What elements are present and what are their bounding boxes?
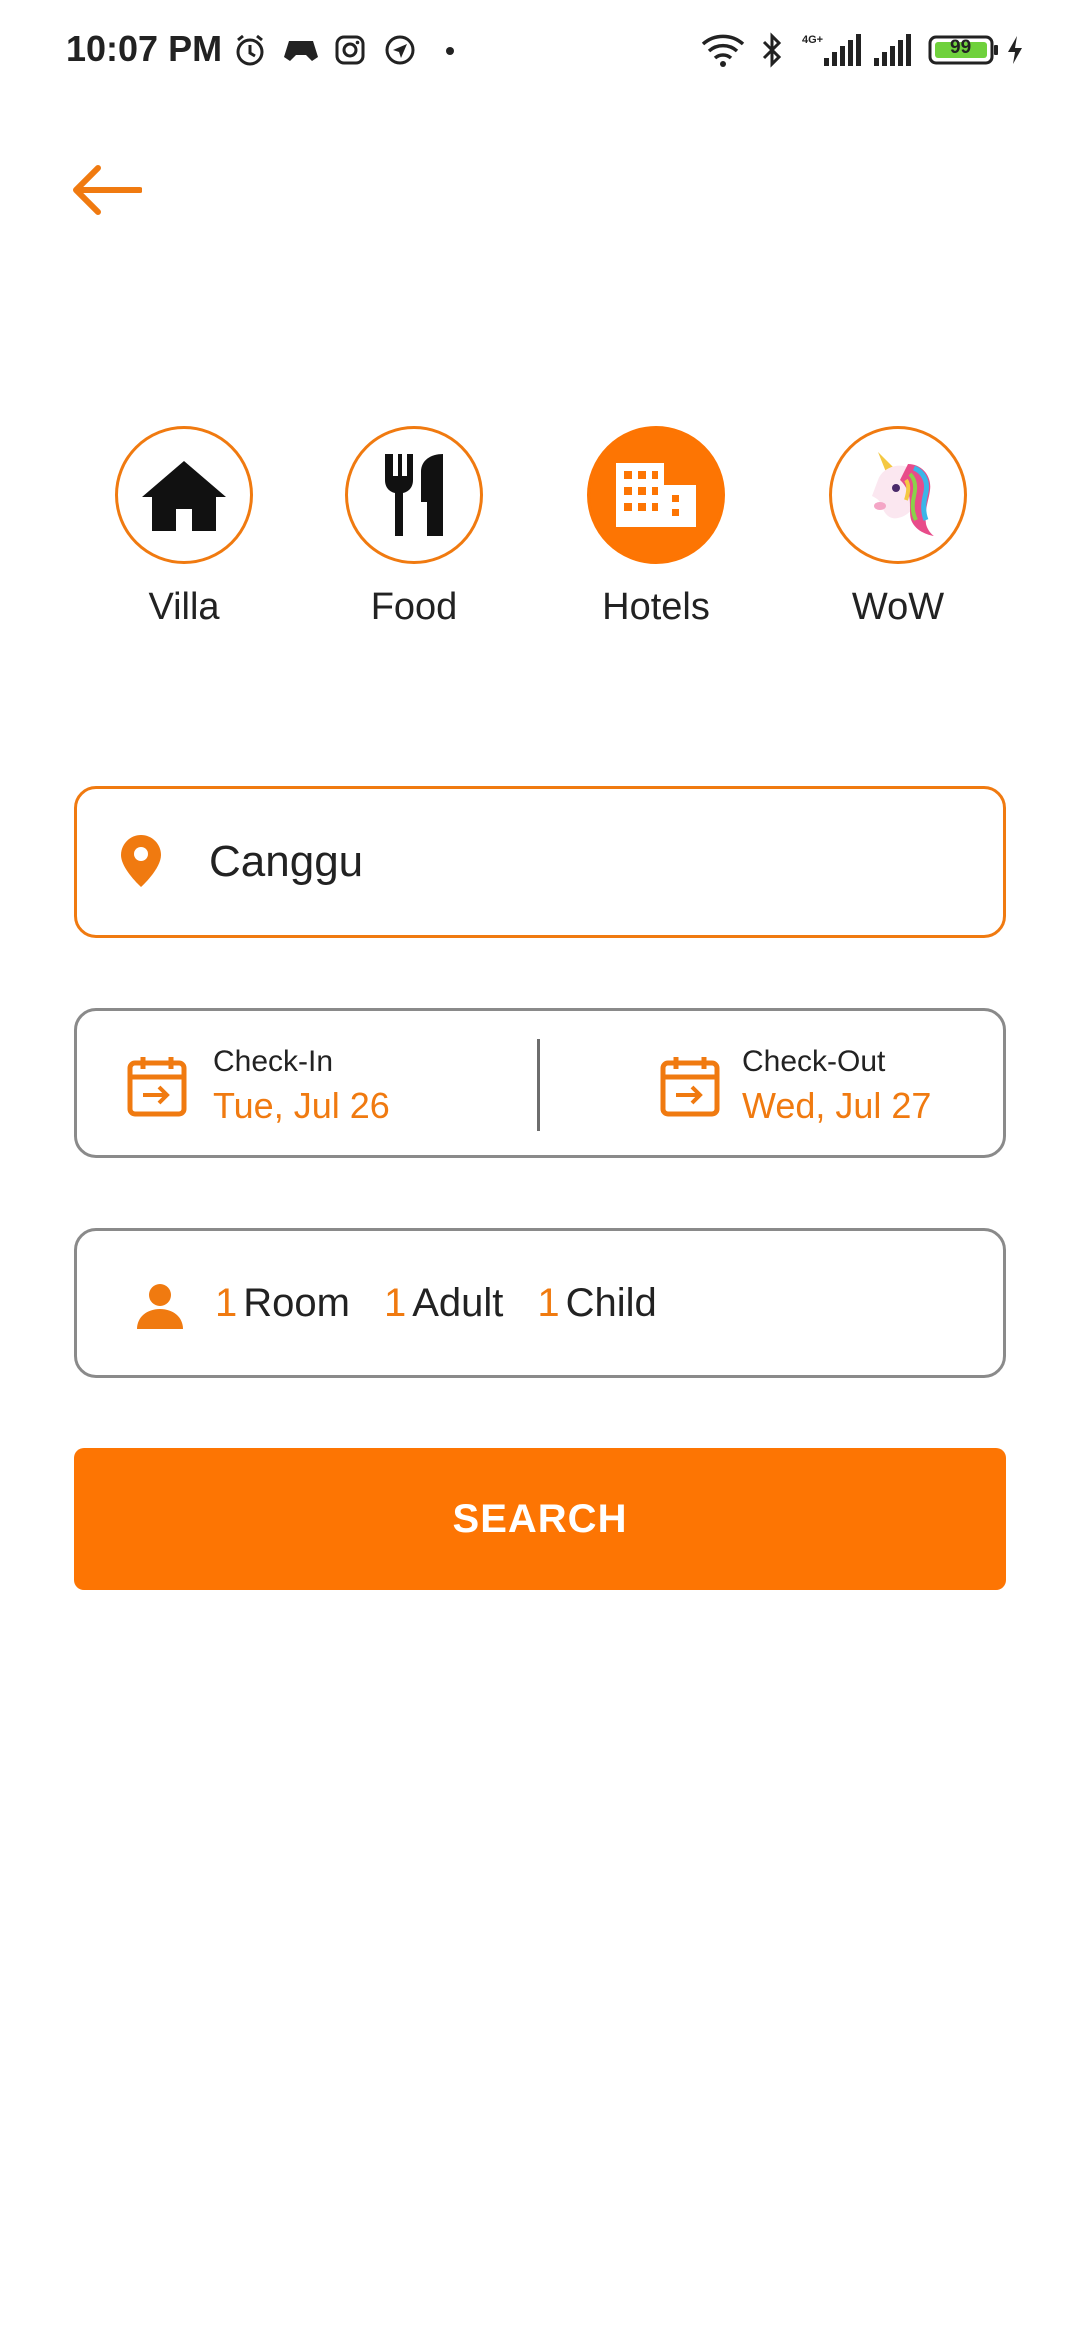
unicorn-icon bbox=[872, 452, 934, 536]
category-villa-circle bbox=[115, 426, 253, 564]
adults-label: Adult bbox=[412, 1281, 504, 1325]
children-count: 1 bbox=[537, 1281, 560, 1325]
check-in-title: Check-In bbox=[213, 1045, 334, 1078]
calendar-icon bbox=[127, 1055, 187, 1122]
battery-icon: 99 bbox=[928, 30, 1000, 70]
search-button[interactable]: SEARCH bbox=[74, 1448, 1006, 1590]
check-in-value: Tue, Jul 26 bbox=[213, 1085, 390, 1126]
category-food-circle bbox=[345, 426, 483, 564]
map-pin-icon bbox=[119, 833, 163, 894]
battery-level: 99 bbox=[950, 37, 972, 58]
location-off-icon bbox=[382, 30, 418, 70]
check-in-picker[interactable]: Check-In Tue, Jul 26 bbox=[77, 1011, 537, 1161]
arrow-left-icon bbox=[73, 165, 142, 215]
signal-icon bbox=[872, 30, 916, 70]
charging-icon bbox=[1004, 30, 1026, 70]
check-out-value: Wed, Jul 27 bbox=[742, 1085, 932, 1126]
date-range-field: Check-In Tue, Jul 26 Check-Out Wed, Jul … bbox=[74, 1008, 1006, 1158]
guests-summary: 1 Room 1 Adult 1 Child bbox=[215, 1281, 691, 1326]
game-controller-icon bbox=[282, 30, 320, 70]
adults-count: 1 bbox=[383, 1281, 407, 1325]
category-label: Hotels bbox=[602, 586, 710, 628]
status-time: 10:07 PM bbox=[66, 28, 223, 69]
back-button[interactable] bbox=[70, 160, 150, 220]
notification-dot bbox=[446, 47, 454, 55]
fork-knife-icon bbox=[385, 454, 443, 536]
category-label: Food bbox=[370, 586, 458, 628]
calendar-icon bbox=[660, 1055, 720, 1122]
category-wow-circle bbox=[829, 426, 967, 564]
wifi-icon bbox=[698, 30, 748, 70]
signal-icon: 4G+ bbox=[802, 30, 864, 70]
children-label: Child bbox=[565, 1281, 657, 1325]
house-icon bbox=[142, 461, 226, 531]
rooms-count: 1 bbox=[215, 1281, 238, 1325]
location-value: Canggu bbox=[209, 837, 364, 886]
category-hotels[interactable]: Hotels bbox=[566, 426, 746, 629]
alarm-icon bbox=[232, 30, 268, 70]
category-label: WoW bbox=[851, 586, 945, 628]
hotel-search-screen: 10:07 PM 4G+ 99 Villa Food Hotels WoW Ca… bbox=[0, 0, 1080, 2340]
person-icon bbox=[135, 1283, 185, 1336]
location-field[interactable]: Canggu bbox=[74, 786, 1006, 938]
bluetooth-icon bbox=[758, 30, 786, 70]
category-villa[interactable]: Villa bbox=[94, 426, 274, 629]
svg-text:4G+: 4G+ bbox=[802, 34, 823, 46]
instagram-icon bbox=[332, 30, 368, 70]
check-out-picker[interactable]: Check-Out Wed, Jul 27 bbox=[540, 1011, 1006, 1161]
check-out-title: Check-Out bbox=[742, 1045, 886, 1078]
guests-field[interactable]: 1 Room 1 Adult 1 Child bbox=[74, 1228, 1006, 1378]
category-hotels-circle bbox=[587, 426, 725, 564]
status-bar: 10:07 PM 4G+ 99 bbox=[0, 0, 1080, 100]
category-food[interactable]: Food bbox=[324, 426, 504, 629]
rooms-label: Room bbox=[243, 1281, 350, 1325]
category-label: Villa bbox=[148, 586, 220, 628]
category-wow[interactable]: WoW bbox=[808, 426, 988, 629]
building-icon bbox=[616, 463, 696, 527]
